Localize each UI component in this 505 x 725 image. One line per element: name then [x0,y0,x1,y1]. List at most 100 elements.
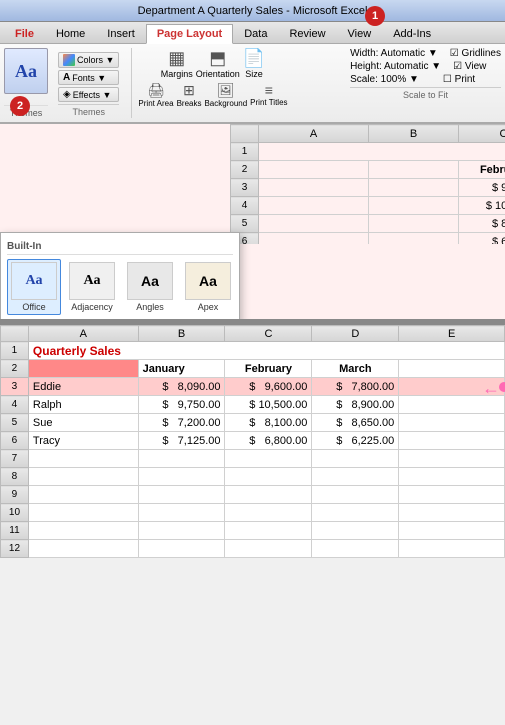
cell-a9[interactable] [28,486,138,504]
background-icon: 🖼 [217,82,235,99]
col-a: A [28,326,138,342]
cell-d10[interactable] [312,504,399,522]
breaks-icon: ⊞ [183,82,195,99]
cell-e3[interactable]: ← [399,378,505,396]
print-area-label: Print Area [138,99,173,108]
tab-insert[interactable]: Insert [96,23,146,43]
cell-d6-money[interactable]: $ 6,225.00 [312,432,399,450]
cell-d12[interactable] [312,540,399,558]
theme-office-preview: Aa [11,262,57,300]
cell-a6-name[interactable]: Tracy [28,432,138,450]
cell-e6[interactable] [399,432,505,450]
tab-file[interactable]: File [4,23,45,43]
builtin-label: Built-In [7,239,233,255]
cell-e2[interactable] [399,360,505,378]
cell-b3-money[interactable]: $ 8,090.00 [138,378,225,396]
col-b-header: B [369,125,459,143]
cell-a2[interactable] [28,360,138,378]
cell-b11[interactable] [138,522,225,540]
effects-button[interactable]: ◈ Effects ▼ [58,87,119,102]
cell-c10[interactable] [225,504,312,522]
colors-button[interactable]: Colors ▼ [58,52,119,68]
cell-b8[interactable] [138,468,225,486]
cell-b2[interactable]: January [138,360,225,378]
cell-c8[interactable] [225,468,312,486]
cell-d3-money[interactable]: $ 7,800.00 [312,378,399,396]
themes-button[interactable]: Aa [4,48,48,94]
cell-c5-money[interactable]: $ 8,100.00 [225,414,312,432]
theme-adjacency[interactable]: Aa Adjacency [65,259,119,315]
cell-a4-name[interactable]: Ralph [28,396,138,414]
spreadsheet-table: A B C D E 1 Quarterly Sales 2 January Fe… [0,325,505,558]
cell-a3-name[interactable]: Eddie [28,378,138,396]
cell-a7[interactable] [28,450,138,468]
cell-c9[interactable] [225,486,312,504]
cell-c2[interactable]: February [225,360,312,378]
tab-view[interactable]: View [337,23,383,43]
cell-c11[interactable] [225,522,312,540]
cell-c6-money[interactable]: $ 6,800.00 [225,432,312,450]
cell-e9[interactable] [399,486,505,504]
bg-r5c3: $ 8,100.00 [459,215,505,233]
print-area-group: 🖨 Print Area [138,82,173,108]
cell-d7[interactable] [312,450,399,468]
theme-office[interactable]: Aa Office [7,259,61,315]
cell-b4-money[interactable]: $ 9,750.00 [138,396,225,414]
theme-angles[interactable]: Aa Angles [123,259,177,315]
table-row: 5 Sue $ 7,200.00 $ 8,100.00 $ 8,650.00 [1,414,505,432]
cell-e10[interactable] [399,504,505,522]
quarterly-sales-title: Quarterly Sales [33,344,121,358]
tab-home[interactable]: Home [45,23,96,43]
table-row: 8 [1,468,505,486]
ribbon-body: Aa Themes Colors ▼ A Fonts ▼ ◈ Effects ▼… [0,44,505,124]
fonts-button[interactable]: A Fonts ▼ [58,70,119,85]
col-d: D [312,326,399,342]
cell-d8[interactable] [312,468,399,486]
themes-group-label: Themes [58,104,119,117]
cell-d4-money[interactable]: $ 8,900.00 [312,396,399,414]
corner-cell [1,326,29,342]
tab-page-layout[interactable]: Page Layout [146,24,233,44]
row-num-3: 3 [1,378,29,396]
cell-e8[interactable] [399,468,505,486]
cell-c7[interactable] [225,450,312,468]
cell-b9[interactable] [138,486,225,504]
cell-a12[interactable] [28,540,138,558]
cell-d9[interactable] [312,486,399,504]
cell-d2[interactable]: March [312,360,399,378]
cell-e11[interactable] [399,522,505,540]
cell-b5-money[interactable]: $ 7,200.00 [138,414,225,432]
theme-apex[interactable]: Aa Apex [181,259,235,315]
cell-b7[interactable] [138,450,225,468]
bg-feb-header: February [459,161,505,179]
cell-d11[interactable] [312,522,399,540]
print-label: ☐ Print [443,74,475,85]
table-row: 6 Tracy $ 7,125.00 $ 6,800.00 $ 6,225.00 [1,432,505,450]
tab-data[interactable]: Data [233,23,278,43]
cell-e5[interactable] [399,414,505,432]
cell-c4-money[interactable]: $ 10,500.00 [225,396,312,414]
breaks-label: Breaks [177,99,202,108]
cell-c3-money[interactable]: $ 9,600.00 [225,378,312,396]
bg-r6c3: $ 6,800.00 [459,233,505,245]
orientation-btn-group: ⬒ Orientation [196,48,240,79]
table-row: 12 [1,540,505,558]
tab-review[interactable]: Review [278,23,336,43]
cell-d5-money[interactable]: $ 8,650.00 [312,414,399,432]
bg-row-5: 5 $ 8,100.00 $ 8,650.00 [231,215,505,233]
tab-addins[interactable]: Add-Ins [382,23,442,43]
cell-e7[interactable] [399,450,505,468]
background-area: A B C D E 1 2 February March 3 [0,124,505,319]
table-row: 4 Ralph $ 9,750.00 $ 10,500.00 $ 8,900.0… [1,396,505,414]
cell-a8[interactable] [28,468,138,486]
cell-b10[interactable] [138,504,225,522]
cell-b12[interactable] [138,540,225,558]
cell-a10[interactable] [28,504,138,522]
cell-c12[interactable] [225,540,312,558]
table-row: 11 [1,522,505,540]
cell-e12[interactable] [399,540,505,558]
cell-b6-money[interactable]: $ 7,125.00 [138,432,225,450]
cell-a11[interactable] [28,522,138,540]
cell-a1[interactable]: Quarterly Sales [28,342,504,360]
cell-a5-name[interactable]: Sue [28,414,138,432]
